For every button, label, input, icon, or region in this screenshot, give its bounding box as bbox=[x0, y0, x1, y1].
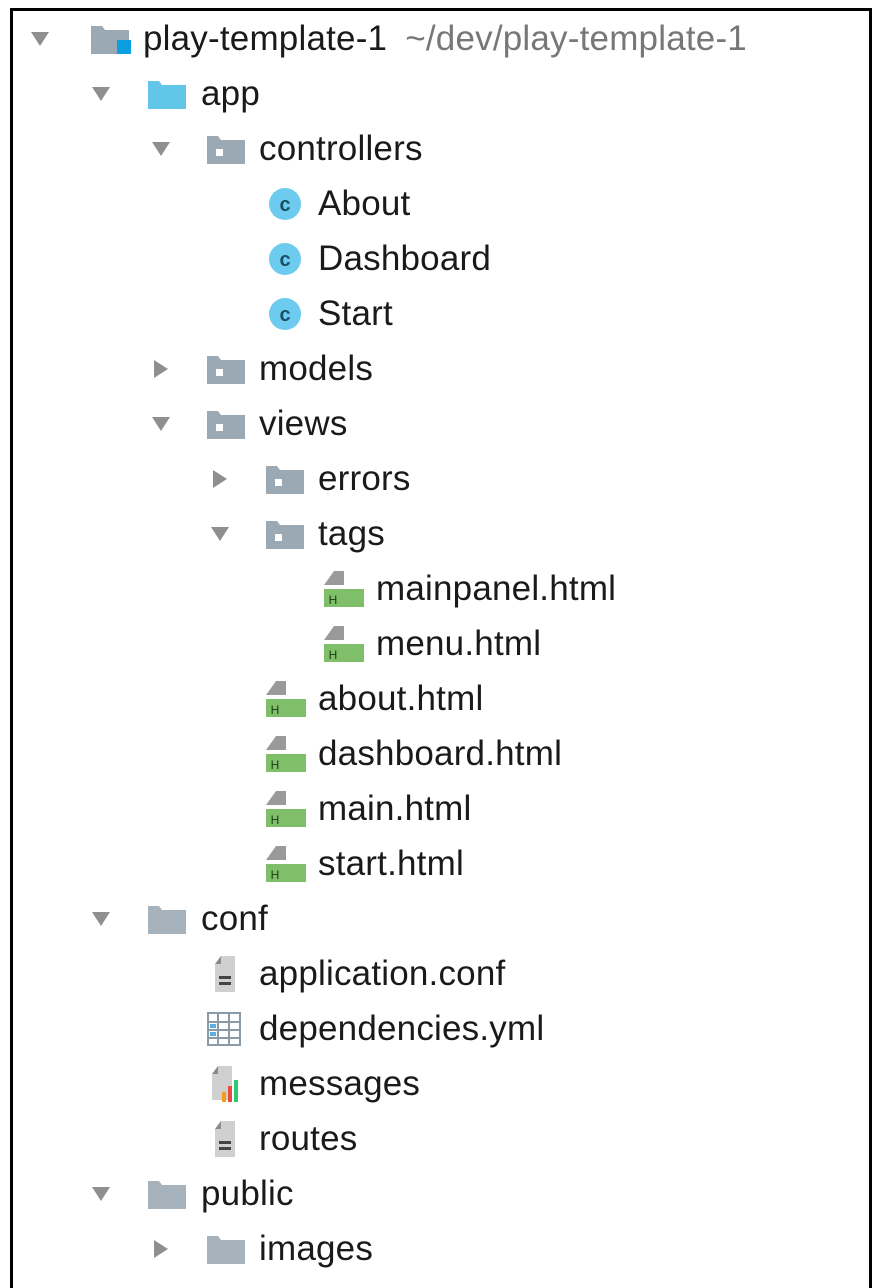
tree-row-class-about[interactable]: c About bbox=[0, 176, 874, 231]
tree-row-root[interactable]: play-template-1 ~/dev/play-template-1 bbox=[0, 11, 874, 66]
tree-label: conf bbox=[201, 898, 268, 938]
html-badge-letter: H bbox=[271, 758, 280, 772]
package-folder-icon bbox=[204, 351, 248, 387]
tree-row-tags[interactable]: tags bbox=[0, 506, 874, 561]
text-file-icon bbox=[204, 955, 248, 992]
properties-file-icon bbox=[204, 1065, 248, 1102]
triangle-down-icon[interactable] bbox=[88, 1181, 114, 1207]
tree-label: models bbox=[259, 348, 374, 388]
triangle-right-icon[interactable] bbox=[207, 466, 233, 492]
text-file-icon bbox=[204, 1120, 248, 1157]
html-file-icon: H bbox=[262, 790, 306, 827]
tree-label: menu.html bbox=[376, 623, 542, 663]
class-badge-letter: c bbox=[279, 194, 290, 216]
tree-label: errors bbox=[318, 458, 411, 498]
package-folder-icon bbox=[204, 406, 248, 442]
tree-label: Dashboard bbox=[318, 238, 492, 278]
class-icon: c bbox=[263, 241, 307, 277]
html-file-icon: H bbox=[262, 680, 306, 717]
tree-label: dashboard.html bbox=[318, 733, 563, 773]
tree-row-file-messages[interactable]: messages bbox=[0, 1056, 874, 1111]
project-path: ~/dev/play-template-1 bbox=[405, 18, 747, 58]
html-file-icon: H bbox=[262, 845, 306, 882]
tree-label: main.html bbox=[318, 788, 472, 828]
tree-row-file-mainpanel[interactable]: H mainpanel.html bbox=[0, 561, 874, 616]
project-name: play-template-1 bbox=[143, 18, 388, 58]
tree-label: controllers bbox=[259, 128, 423, 168]
tree-label: views bbox=[259, 403, 348, 443]
triangle-down-icon[interactable] bbox=[88, 906, 114, 932]
triangle-right-icon[interactable] bbox=[148, 1236, 174, 1262]
tree-row-images[interactable]: images bbox=[0, 1221, 874, 1276]
tree-label: application.conf bbox=[259, 953, 506, 993]
html-file-icon: H bbox=[320, 570, 364, 607]
tree-row-errors[interactable]: errors bbox=[0, 451, 874, 506]
html-badge-letter: H bbox=[329, 593, 338, 607]
class-icon: c bbox=[263, 186, 307, 222]
class-badge-letter: c bbox=[279, 249, 290, 271]
package-folder-icon bbox=[204, 131, 248, 167]
tree-row-models[interactable]: models bbox=[0, 341, 874, 396]
tree-label: start.html bbox=[318, 843, 464, 883]
tree-row-file-application-conf[interactable]: application.conf bbox=[0, 946, 874, 1001]
folder-icon bbox=[204, 1231, 248, 1267]
package-folder-icon bbox=[263, 461, 307, 497]
tree-label: messages bbox=[259, 1063, 421, 1103]
triangle-down-icon[interactable] bbox=[148, 136, 174, 162]
html-file-icon: H bbox=[320, 625, 364, 662]
tree-label: dependencies.yml bbox=[259, 1008, 545, 1048]
triangle-down-icon[interactable] bbox=[88, 81, 114, 107]
tree-label: app bbox=[201, 73, 260, 113]
html-file-icon: H bbox=[262, 735, 306, 772]
tree-label: tags bbox=[318, 513, 385, 553]
tree-label: play-template-1 ~/dev/play-template-1 bbox=[143, 19, 747, 59]
html-badge-letter: H bbox=[271, 868, 280, 882]
triangle-down-icon[interactable] bbox=[207, 521, 233, 547]
module-folder-icon bbox=[88, 21, 132, 57]
package-folder-icon bbox=[263, 516, 307, 552]
triangle-right-icon[interactable] bbox=[148, 356, 174, 382]
class-badge-letter: c bbox=[279, 304, 290, 326]
tree-row-class-dashboard[interactable]: c Dashboard bbox=[0, 231, 874, 286]
yml-file-icon bbox=[202, 1011, 246, 1047]
triangle-down-icon[interactable] bbox=[27, 26, 53, 52]
triangle-down-icon[interactable] bbox=[148, 411, 174, 437]
tree-row-app[interactable]: app bbox=[0, 66, 874, 121]
folder-icon bbox=[145, 901, 189, 937]
tree-row-public[interactable]: public bbox=[0, 1166, 874, 1221]
tree-row-class-start[interactable]: c Start bbox=[0, 286, 874, 341]
tree-label: routes bbox=[259, 1118, 358, 1158]
tree-label: images bbox=[259, 1228, 374, 1268]
tree-row-file-main[interactable]: H main.html bbox=[0, 781, 874, 836]
tree-row-file-dashboard[interactable]: H dashboard.html bbox=[0, 726, 874, 781]
tree-label: about.html bbox=[318, 678, 484, 718]
tree-label: Start bbox=[318, 293, 393, 333]
tree-label: About bbox=[318, 183, 411, 223]
html-badge-letter: H bbox=[271, 813, 280, 827]
tree-row-file-menu[interactable]: H menu.html bbox=[0, 616, 874, 671]
tree-row-file-start[interactable]: H start.html bbox=[0, 836, 874, 891]
html-badge-letter: H bbox=[271, 703, 280, 717]
html-badge-letter: H bbox=[329, 648, 338, 662]
tree-row-controllers[interactable]: controllers bbox=[0, 121, 874, 176]
tree-row-file-about[interactable]: H about.html bbox=[0, 671, 874, 726]
class-icon: c bbox=[263, 296, 307, 332]
tree-row-views[interactable]: views bbox=[0, 396, 874, 451]
folder-icon bbox=[145, 1176, 189, 1212]
project-tree: play-template-1 ~/dev/play-template-1 app… bbox=[0, 11, 874, 1276]
tree-row-conf[interactable]: conf bbox=[0, 891, 874, 946]
tree-label: public bbox=[201, 1173, 294, 1213]
tree-row-file-routes[interactable]: routes bbox=[0, 1111, 874, 1166]
tree-label: mainpanel.html bbox=[376, 568, 617, 608]
source-folder-icon bbox=[145, 76, 189, 112]
tree-row-file-dependencies-yml[interactable]: dependencies.yml bbox=[0, 1001, 874, 1056]
